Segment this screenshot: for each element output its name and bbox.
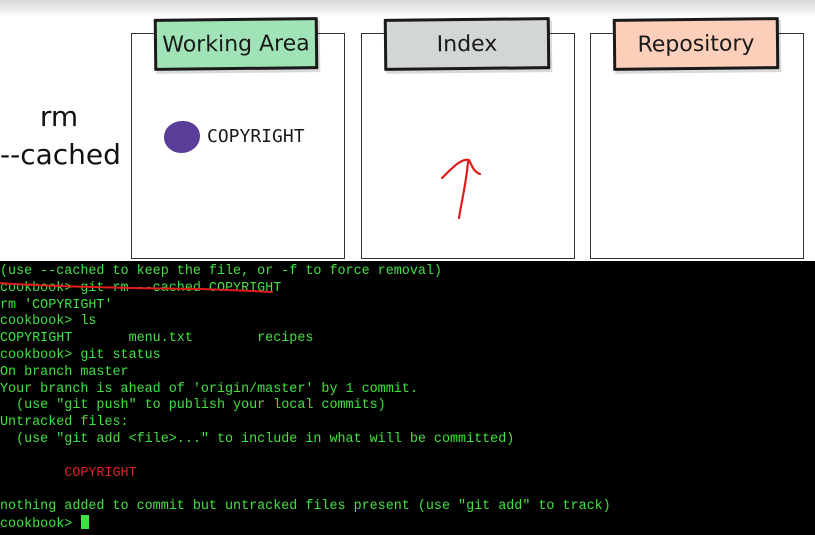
file-marker-icon xyxy=(164,121,200,153)
terminal-line: Your branch is ahead of 'origin/master' … xyxy=(0,381,418,397)
terminal-line: (use "git add <file>..." to include in w… xyxy=(0,432,515,447)
repository-title: Repository xyxy=(612,17,780,71)
red-arrow-annotation xyxy=(440,158,482,220)
terminal-line: cookbook> xyxy=(0,515,90,532)
terminal-line: cookbook> git rm --cached COPYRIGHT xyxy=(0,280,282,296)
terminal[interactable]: (use --cached to keep the file, or -f to… xyxy=(0,261,815,535)
index-panel: Index xyxy=(361,17,575,259)
git-areas-diagram: rm --cached Working Area COPYRIGHT Index… xyxy=(0,16,815,261)
terminal-line: Untracked files: xyxy=(0,415,129,431)
terminal-line: On branch master xyxy=(0,364,129,380)
working-area-title: Working Area xyxy=(153,17,319,71)
terminal-line: (use --cached to keep the file, or -f to… xyxy=(0,264,442,279)
terminal-line: nothing added to commit but untracked fi… xyxy=(0,499,611,515)
command-label-cached: --cached xyxy=(0,138,121,171)
working-area-file-name: COPYRIGHT xyxy=(207,126,305,147)
terminal-cursor xyxy=(81,515,90,529)
working-area-panel: Working Area COPYRIGHT xyxy=(131,17,345,259)
terminal-line: cookbook> git status xyxy=(0,348,161,363)
window-top-bar xyxy=(0,0,815,16)
terminal-line: rm 'COPYRIGHT' xyxy=(0,297,113,313)
terminal-line: COPYRIGHT xyxy=(0,465,137,481)
command-label-rm: rm xyxy=(39,100,79,133)
terminal-line: COPYRIGHT menu.txt recipes xyxy=(0,331,314,347)
terminal-line: (use "git push" to publish your local co… xyxy=(0,398,386,414)
repository-panel: Repository xyxy=(590,17,804,259)
terminal-line: cookbook> ls xyxy=(0,314,97,330)
